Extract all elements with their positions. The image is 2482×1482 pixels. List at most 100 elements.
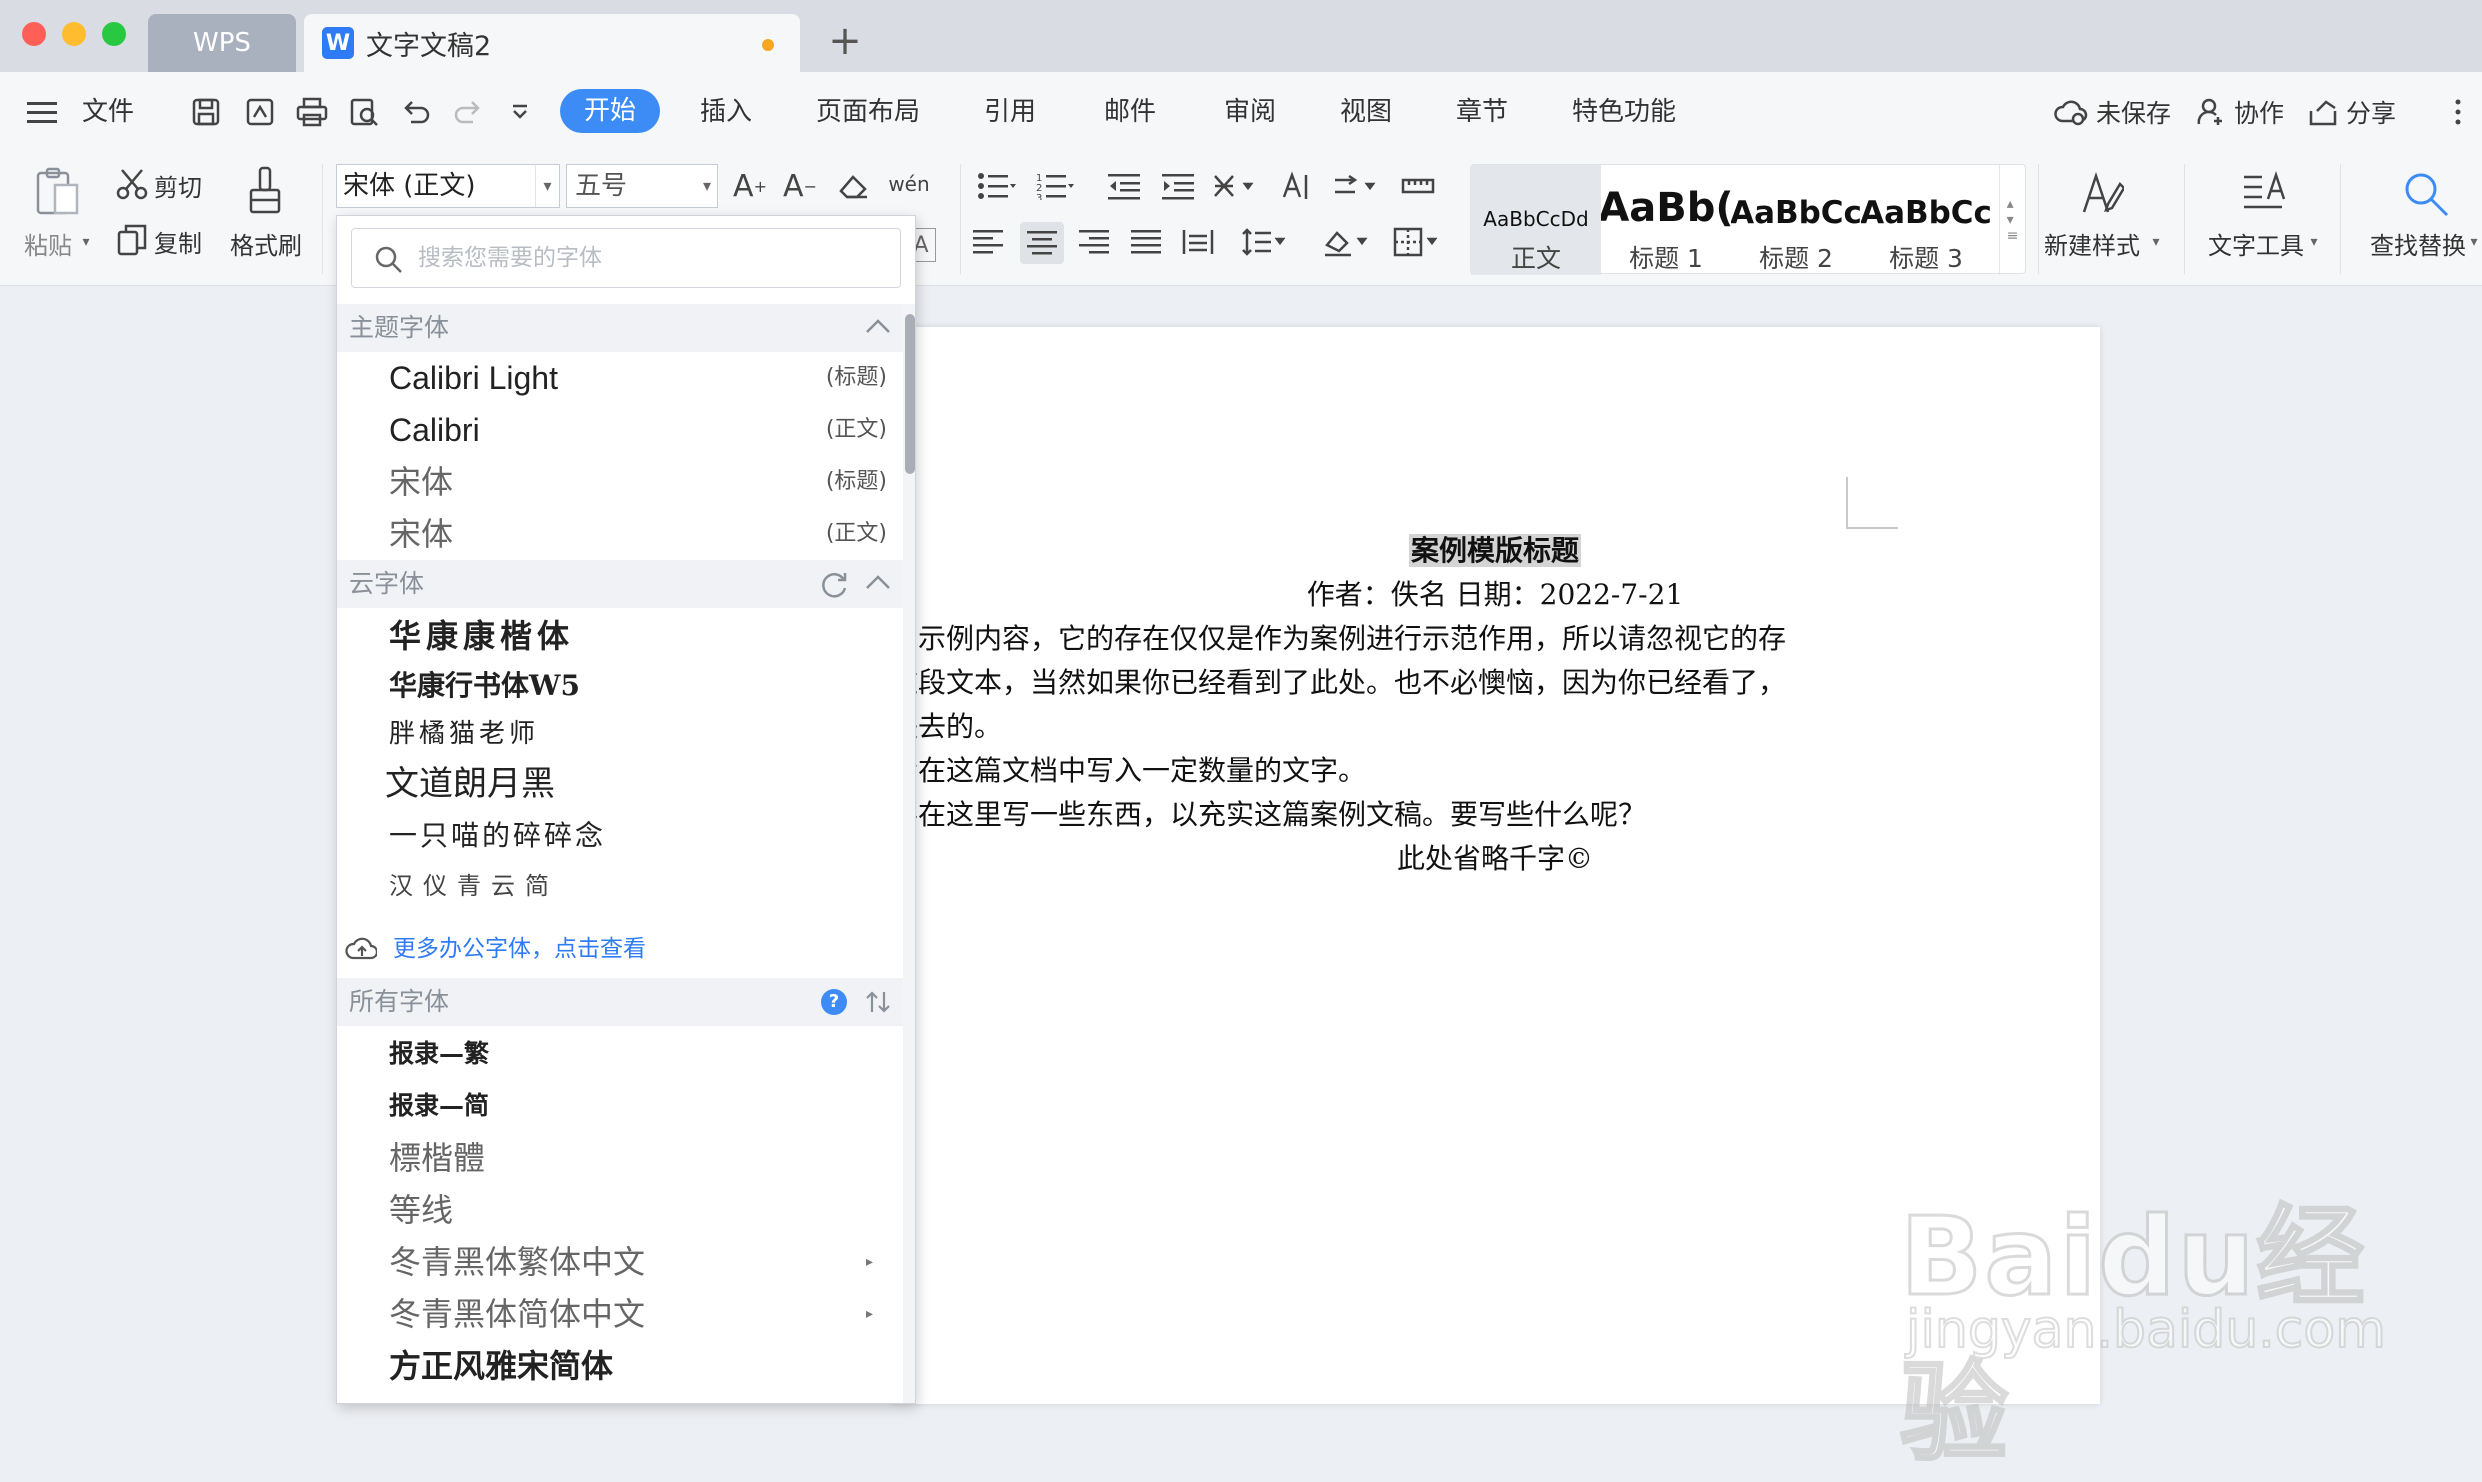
menu-references[interactable]: 引用 [984, 92, 1036, 132]
save-icon[interactable] [184, 90, 228, 134]
font-item[interactable]: 方正风雅宋简体 [337, 1340, 903, 1392]
copy-button[interactable]: 复制 [154, 224, 202, 259]
menu-home[interactable]: 开始 [560, 89, 660, 133]
font-name-dropdown-icon[interactable]: ▾ [535, 165, 559, 207]
font-item[interactable]: 报隶—繁 [337, 1028, 903, 1080]
find-replace-dropdown-icon[interactable]: ▾ [2466, 232, 2482, 252]
font-item[interactable]: 等线 [337, 1184, 903, 1236]
document-paragraph[interactable]: 的示例内容，它的存在仅仅是作为案例进行示范作用，所以请忽视它的存 [890, 617, 2100, 657]
menu-review[interactable]: 审阅 [1224, 92, 1276, 132]
phonetic-guide-icon[interactable]: wén [884, 164, 934, 204]
new-tab-button[interactable]: + [820, 16, 870, 66]
cloud-font-item[interactable]: 华康行书体W5 [337, 660, 903, 712]
text-direction-icon[interactable] [1276, 166, 1316, 206]
print-icon[interactable] [290, 90, 334, 134]
scrollbar-thumb[interactable] [905, 314, 915, 474]
style-normal[interactable]: AaBbCcDd 正文 [1471, 165, 1601, 275]
document-paragraph[interactable]: 失去的。 [890, 705, 2100, 745]
paste-icon[interactable] [30, 162, 86, 222]
menu-insert[interactable]: 插入 [700, 92, 752, 132]
decrease-indent-icon[interactable] [1104, 166, 1144, 206]
text-tools-dropdown-icon[interactable]: ▾ [2304, 232, 2324, 252]
more-office-fonts-link[interactable]: 更多办公字体，点击查看 [337, 924, 903, 974]
new-style-button[interactable]: 新建样式 [2044, 226, 2140, 261]
increase-indent-icon[interactable] [1158, 166, 1198, 206]
minimize-window-button[interactable] [62, 22, 86, 46]
align-center-icon[interactable] [1020, 222, 1064, 264]
bullet-list-icon[interactable] [974, 166, 1020, 206]
ruler-icon[interactable] [1398, 166, 1438, 206]
cloud-font-item[interactable]: 华康康楷体 [337, 610, 903, 662]
help-icon[interactable]: ? [821, 989, 847, 1015]
shrink-font-icon[interactable]: A − [780, 166, 820, 206]
find-replace-button[interactable]: 查找替换 [2370, 226, 2466, 261]
menu-page-layout[interactable]: 页面布局 [816, 92, 920, 132]
collaborate-button[interactable]: 协作 [2196, 92, 2284, 132]
font-item[interactable]: 冬青黑体繁体中文 ▸ [337, 1236, 903, 1288]
justify-icon[interactable] [1126, 222, 1166, 262]
new-style-icon[interactable] [2074, 166, 2130, 222]
menu-chapter[interactable]: 章节 [1456, 92, 1508, 132]
menu-mailings[interactable]: 邮件 [1104, 92, 1156, 132]
text-tools-button[interactable]: 文字工具 [2208, 226, 2304, 261]
distribute-icon[interactable] [1178, 222, 1218, 262]
style-heading-2[interactable]: AaBbCc 标题 2 [1731, 165, 1861, 275]
sort-icon[interactable] [865, 990, 891, 1014]
grow-font-icon[interactable]: A + [730, 166, 770, 206]
redo-icon[interactable] [446, 90, 490, 134]
font-item[interactable]: 报隶—简 [337, 1080, 903, 1132]
font-name-combobox[interactable]: 宋体 (正文) ▾ [336, 164, 560, 208]
document-paragraph[interactable]: 会在这篇文档中写入一定数量的文字。 [890, 749, 2100, 789]
styles-scroll-icon[interactable]: ▴ ▾ ≡ [1999, 165, 2025, 275]
cloud-fonts-header[interactable]: 云字体 [337, 560, 903, 608]
numbered-list-icon[interactable]: 123 [1032, 166, 1078, 206]
font-item[interactable]: 標楷體 [337, 1132, 903, 1184]
font-item[interactable]: Calibri Light (标题) [337, 352, 903, 404]
cloud-font-item[interactable]: 文道朗月黑 [337, 758, 903, 810]
share-button[interactable]: 分享 [2308, 92, 2396, 132]
document-meta[interactable]: 作者：佚名 日期：2022-7-21 [890, 573, 2100, 613]
paste-button[interactable]: 粘贴 [24, 226, 72, 261]
line-spacing-icon[interactable] [1238, 222, 1292, 262]
document-closing[interactable]: 此处省略千字© [890, 837, 2100, 877]
font-item[interactable]: 宋体 (标题) [337, 456, 903, 508]
borders-icon[interactable] [1390, 222, 1444, 262]
text-tools-icon[interactable] [2236, 166, 2292, 222]
format-painter-icon[interactable] [240, 160, 290, 220]
document-paragraph[interactable]: 这段文本，当然如果你已经看到了此处。也不必懊恼，因为你已经看了， [890, 661, 2100, 701]
search-icon[interactable] [2398, 166, 2454, 222]
chinese-layout-icon[interactable] [1210, 166, 1264, 206]
tab-wps[interactable]: WPS [148, 14, 296, 72]
style-heading-3[interactable]: AaBbCc 标题 3 [1861, 165, 1991, 275]
shading-icon[interactable] [1320, 222, 1374, 262]
format-painter-button[interactable]: 格式刷 [230, 226, 302, 261]
cut-button[interactable]: 剪切 [154, 168, 202, 203]
style-heading-1[interactable]: AaBb( 标题 1 [1601, 165, 1731, 275]
unsaved-status-button[interactable]: 未保存 [2054, 92, 2171, 132]
hamburger-menu-icon[interactable] [20, 90, 64, 134]
cloud-font-item[interactable]: 一只喵的碎碎念 [337, 810, 903, 862]
theme-fonts-header[interactable]: 主题字体 [337, 304, 903, 352]
scissors-icon[interactable] [112, 164, 152, 204]
document-paragraph[interactable]: 要在这里写一些东西，以充实这篇案例文稿。要写些什么呢？ [890, 793, 2100, 833]
menu-view[interactable]: 视图 [1340, 92, 1392, 132]
customize-toolbar-icon[interactable] [498, 90, 542, 134]
align-right-icon[interactable] [1074, 222, 1114, 262]
align-left-icon[interactable] [968, 222, 1008, 262]
cloud-font-item[interactable]: 胖橘猫老师 [337, 708, 903, 760]
font-item[interactable]: Calibri (正文) [337, 404, 903, 456]
document-title[interactable]: 案例模版标题 [1408, 534, 1581, 567]
print-preview-icon[interactable] [342, 90, 386, 134]
export-pdf-icon[interactable] [238, 90, 282, 134]
more-options-icon[interactable] [2436, 90, 2480, 134]
paste-dropdown-icon[interactable]: ▾ [76, 232, 96, 252]
clear-format-icon[interactable] [834, 166, 874, 206]
line-break-icon[interactable] [1330, 166, 1384, 206]
menu-special-features[interactable]: 特色功能 [1572, 92, 1676, 132]
font-size-combobox[interactable]: 五号 ▾ [566, 164, 718, 208]
font-search-input[interactable]: 搜索您需要的字体 [351, 228, 901, 288]
copy-icon[interactable] [112, 220, 152, 260]
tab-document[interactable]: W 文字文稿2 [304, 14, 800, 72]
font-item[interactable]: 冬青黑体简体中文 ▸ [337, 1288, 903, 1340]
cloud-font-item[interactable]: 汉仪青云简 [337, 860, 903, 912]
